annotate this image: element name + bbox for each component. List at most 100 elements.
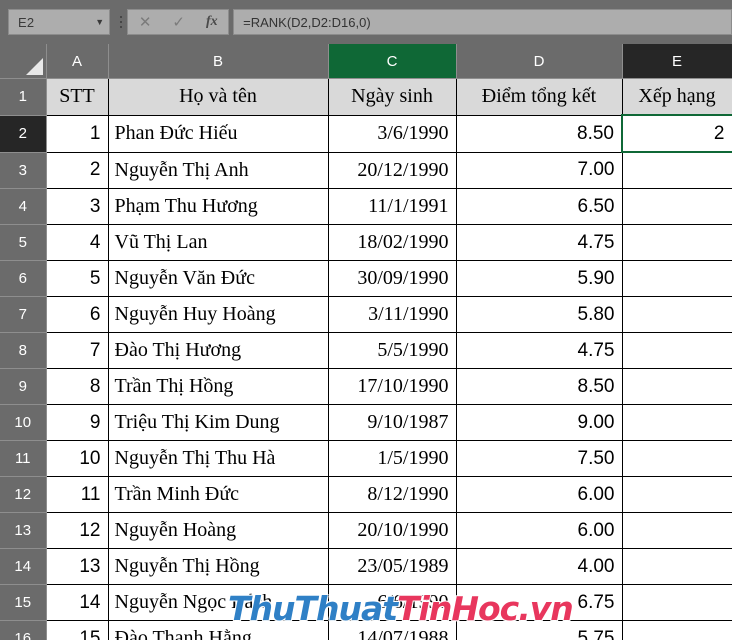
cell-d5[interactable]: 4.75 bbox=[456, 224, 623, 261]
cell-d14[interactable]: 4.00 bbox=[456, 548, 623, 585]
cell-c3[interactable]: 20/12/1990 bbox=[328, 152, 457, 189]
cell-b9[interactable]: Trần Thị Hồng bbox=[108, 368, 329, 405]
cell-b8[interactable]: Đào Thị Hương bbox=[108, 332, 329, 369]
cell-b15[interactable]: Nguyễn Ngọc Bách bbox=[108, 584, 329, 621]
formula-input[interactable]: =RANK(D2,D2:D16,0) bbox=[233, 9, 732, 35]
cell-c4[interactable]: 11/1/1991 bbox=[328, 188, 457, 225]
cell-e6[interactable] bbox=[622, 260, 732, 297]
cell-a2[interactable]: 1 bbox=[45, 115, 109, 153]
cell-d12[interactable]: 6.00 bbox=[456, 476, 623, 513]
row-header-9[interactable]: 9 bbox=[0, 368, 47, 405]
cell-c10[interactable]: 9/10/1987 bbox=[328, 404, 457, 441]
row-header-11[interactable]: 11 bbox=[0, 440, 47, 477]
cell-d4[interactable]: 6.50 bbox=[456, 188, 623, 225]
cell-b7[interactable]: Nguyễn Huy Hoàng bbox=[108, 296, 329, 333]
cell-b3[interactable]: Nguyễn Thị Anh bbox=[108, 152, 329, 189]
cell-e7[interactable] bbox=[622, 296, 732, 333]
cell-e16[interactable] bbox=[622, 620, 732, 640]
cell-c7[interactable]: 3/11/1990 bbox=[328, 296, 457, 333]
cell-c12[interactable]: 8/12/1990 bbox=[328, 476, 457, 513]
cell-a9[interactable]: 8 bbox=[45, 368, 109, 405]
row-header-7[interactable]: 7 bbox=[0, 296, 47, 333]
chevron-down-icon[interactable]: ▼ bbox=[91, 17, 109, 27]
cell-b5[interactable]: Vũ Thị Lan bbox=[108, 224, 329, 261]
cell-a7[interactable]: 6 bbox=[45, 296, 109, 333]
cell-e12[interactable] bbox=[622, 476, 732, 513]
cell-c15[interactable]: 6/6/1990 bbox=[328, 584, 457, 621]
cell-e14[interactable] bbox=[622, 548, 732, 585]
column-header-b[interactable]: B bbox=[108, 44, 329, 79]
cell-b4[interactable]: Phạm Thu Hương bbox=[108, 188, 329, 225]
cell-e8[interactable] bbox=[622, 332, 732, 369]
row-header-14[interactable]: 14 bbox=[0, 548, 47, 585]
name-box[interactable]: E2 ▼ bbox=[8, 9, 110, 35]
row-header-16[interactable]: 16 bbox=[0, 620, 47, 640]
cell-a6[interactable]: 5 bbox=[45, 260, 109, 297]
cell-a15[interactable]: 14 bbox=[45, 584, 109, 621]
cell-b14[interactable]: Nguyễn Thị Hồng bbox=[108, 548, 329, 585]
row-header-8[interactable]: 8 bbox=[0, 332, 47, 369]
cell-e1[interactable]: Xếp hạng bbox=[622, 78, 732, 116]
cell-a13[interactable]: 12 bbox=[45, 512, 109, 549]
cell-a1[interactable]: STT bbox=[45, 78, 109, 116]
cell-c1[interactable]: Ngày sinh bbox=[328, 78, 457, 116]
cell-e4[interactable] bbox=[622, 188, 732, 225]
cell-d3[interactable]: 7.00 bbox=[456, 152, 623, 189]
cell-a12[interactable]: 11 bbox=[45, 476, 109, 513]
insert-function-icon[interactable]: fx bbox=[206, 15, 218, 29]
cell-c14[interactable]: 23/05/1989 bbox=[328, 548, 457, 585]
row-header-12[interactable]: 12 bbox=[0, 476, 47, 513]
cell-c13[interactable]: 20/10/1990 bbox=[328, 512, 457, 549]
cell-a14[interactable]: 13 bbox=[45, 548, 109, 585]
column-header-d[interactable]: D bbox=[456, 44, 623, 79]
cell-d2[interactable]: 8.50 bbox=[456, 115, 623, 153]
cell-a3[interactable]: 2 bbox=[45, 152, 109, 189]
cell-b12[interactable]: Trần Minh Đức bbox=[108, 476, 329, 513]
column-header-a[interactable]: A bbox=[46, 44, 109, 79]
cell-b2[interactable]: Phan Đức Hiếu bbox=[108, 115, 329, 153]
cell-b10[interactable]: Triệu Thị Kim Dung bbox=[108, 404, 329, 441]
cell-e15[interactable] bbox=[622, 584, 732, 621]
cell-c2[interactable]: 3/6/1990 bbox=[328, 115, 457, 153]
confirm-icon[interactable]: ✓ bbox=[172, 15, 185, 30]
column-header-c[interactable]: C bbox=[328, 44, 457, 79]
cell-d16[interactable]: 5.75 bbox=[456, 620, 623, 640]
cell-c6[interactable]: 30/09/1990 bbox=[328, 260, 457, 297]
cell-d10[interactable]: 9.00 bbox=[456, 404, 623, 441]
row-header-5[interactable]: 5 bbox=[0, 224, 47, 261]
cell-e13[interactable] bbox=[622, 512, 732, 549]
cell-c8[interactable]: 5/5/1990 bbox=[328, 332, 457, 369]
row-header-4[interactable]: 4 bbox=[0, 188, 47, 225]
column-header-e[interactable]: E bbox=[622, 44, 732, 79]
cell-a10[interactable]: 9 bbox=[45, 404, 109, 441]
cell-d7[interactable]: 5.80 bbox=[456, 296, 623, 333]
row-header-13[interactable]: 13 bbox=[0, 512, 47, 549]
cell-d1[interactable]: Điểm tổng kết bbox=[456, 78, 623, 116]
cell-e5[interactable] bbox=[622, 224, 732, 261]
cell-d8[interactable]: 4.75 bbox=[456, 332, 623, 369]
cell-d9[interactable]: 8.50 bbox=[456, 368, 623, 405]
select-all-corner[interactable] bbox=[0, 44, 47, 79]
row-header-1[interactable]: 1 bbox=[0, 78, 47, 116]
cell-e9[interactable] bbox=[622, 368, 732, 405]
cell-e10[interactable] bbox=[622, 404, 732, 441]
cell-c11[interactable]: 1/5/1990 bbox=[328, 440, 457, 477]
cell-c5[interactable]: 18/02/1990 bbox=[328, 224, 457, 261]
cell-b16[interactable]: Đào Thanh Hằng bbox=[108, 620, 329, 640]
cell-e2[interactable]: 2 bbox=[621, 114, 732, 153]
cell-d6[interactable]: 5.90 bbox=[456, 260, 623, 297]
cell-a16[interactable]: 15 bbox=[45, 620, 109, 640]
cell-c9[interactable]: 17/10/1990 bbox=[328, 368, 457, 405]
cell-d11[interactable]: 7.50 bbox=[456, 440, 623, 477]
row-header-15[interactable]: 15 bbox=[0, 584, 47, 621]
row-header-10[interactable]: 10 bbox=[0, 404, 47, 441]
cancel-icon[interactable]: ✕ bbox=[139, 15, 152, 30]
row-header-6[interactable]: 6 bbox=[0, 260, 47, 297]
row-header-3[interactable]: 3 bbox=[0, 152, 47, 189]
cell-b1[interactable]: Họ và tên bbox=[108, 78, 329, 116]
row-header-2[interactable]: 2 bbox=[0, 115, 47, 153]
cell-d15[interactable]: 6.75 bbox=[456, 584, 623, 621]
cell-d13[interactable]: 6.00 bbox=[456, 512, 623, 549]
cell-b11[interactable]: Nguyễn Thị Thu Hà bbox=[108, 440, 329, 477]
cell-a4[interactable]: 3 bbox=[45, 188, 109, 225]
